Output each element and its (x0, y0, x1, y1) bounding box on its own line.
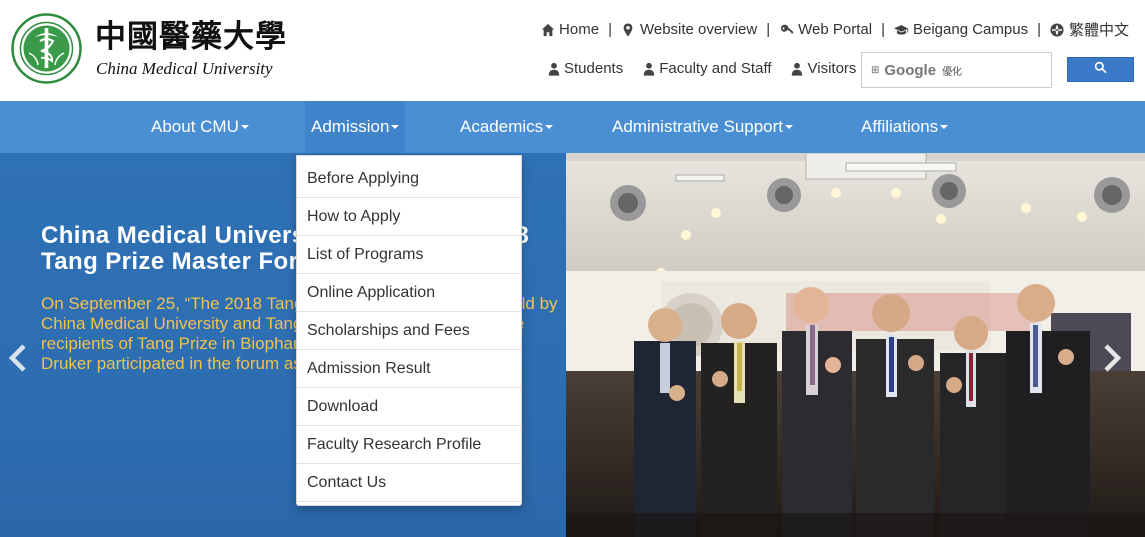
graduation-cap-icon (894, 22, 909, 37)
website-overview-link-label: Website overview (639, 21, 758, 38)
web-portal-link-label: Web Portal (798, 21, 873, 38)
separator: | (1037, 21, 1041, 38)
caret-down-icon (391, 124, 400, 129)
caret-down-icon (940, 124, 949, 129)
key-icon (779, 22, 794, 37)
nav-academics-label: Academics (460, 117, 544, 136)
visitors-link[interactable]: Visitors (790, 60, 857, 77)
menu-item-list-of-programs[interactable]: List of Programs (297, 236, 521, 274)
logo-chinese-name[interactable]: 中國醫藥大學 (95, 20, 287, 54)
faculty-staff-link-label: Faculty and Staff (659, 60, 772, 77)
faculty-staff-link[interactable]: Faculty and Staff (641, 60, 772, 77)
traditional-chinese-link-label: 繁體中文 (1068, 22, 1129, 39)
visitors-link-label: Visitors (807, 60, 857, 77)
students-link-label: Students (564, 60, 624, 77)
globe-icon (1050, 22, 1065, 37)
nav-academics[interactable]: Academics (460, 101, 554, 153)
beigang-campus-link-label: Beigang Campus (913, 21, 1029, 38)
nav-administrative-support-label: Administrative Support (612, 117, 784, 136)
website-overview-link[interactable]: Website overview (621, 21, 757, 38)
nav-affiliations-label: Affiliations (861, 117, 939, 136)
search-button[interactable] (1067, 57, 1134, 82)
menu-item-contact-us[interactable]: Contact Us (297, 464, 521, 502)
web-portal-link[interactable]: Web Portal (779, 21, 872, 38)
carousel-next-button[interactable] (1101, 343, 1123, 373)
slide-photo[interactable] (566, 153, 1145, 537)
top-utility-links: Home | Website overview | Web Portal | B… (540, 19, 1129, 40)
google-grid-icon: ⊞ (871, 64, 880, 76)
hero-carousel: China Medical University hosted the 2018… (0, 153, 1145, 537)
user-icon (641, 61, 656, 76)
menu-item-scholarships-and-fees[interactable]: Scholarships and Fees (297, 312, 521, 350)
chevron-left-icon (8, 344, 26, 372)
beigang-campus-link[interactable]: Beigang Campus (894, 21, 1028, 38)
caret-down-icon (240, 124, 249, 129)
nav-about-cmu-label: About CMU (151, 117, 239, 136)
separator: | (608, 21, 612, 38)
google-label: Google (884, 61, 937, 79)
menu-item-download[interactable]: Download (297, 388, 521, 426)
menu-item-how-to-apply[interactable]: How to Apply (297, 198, 521, 236)
menu-item-online-application[interactable]: Online Application (297, 274, 521, 312)
nav-admission-label: Admission (311, 117, 390, 136)
site-header: 中國醫藥大學 China Medical University Home | W… (0, 0, 1145, 101)
site-search-input[interactable]: ⊞ Google 優化 (861, 52, 1052, 88)
menu-item-admission-result[interactable]: Admission Result (297, 350, 521, 388)
admission-dropdown-menu: Before Applying How to Apply List of Pro… (296, 155, 522, 506)
logo-english-name[interactable]: China Medical University (96, 59, 273, 79)
caret-down-icon (785, 124, 794, 129)
nav-about-cmu[interactable]: About CMU (151, 101, 249, 153)
user-icon (546, 61, 561, 76)
home-link-label: Home (559, 21, 600, 38)
carousel-prev-button[interactable] (7, 343, 29, 373)
main-navigation: About CMU Admission Academics Administra… (0, 101, 1145, 153)
nav-admission[interactable]: Admission (305, 101, 406, 153)
chevron-right-icon (1104, 344, 1122, 372)
separator: | (881, 21, 885, 38)
menu-item-faculty-research-profile[interactable]: Faculty Research Profile (297, 426, 521, 464)
audience-links: Students Faculty and Staff Visitors (546, 60, 874, 77)
nav-affiliations[interactable]: Affiliations (861, 101, 949, 153)
home-icon (540, 22, 555, 37)
menu-item-before-applying[interactable]: Before Applying (297, 160, 521, 198)
nav-administrative-support[interactable]: Administrative Support (612, 101, 794, 153)
caret-down-icon (545, 124, 554, 129)
google-sub-label: 優化 (942, 66, 963, 78)
user-icon (790, 61, 805, 76)
search-icon (1094, 61, 1107, 79)
students-link[interactable]: Students (546, 60, 623, 77)
home-link[interactable]: Home (540, 21, 599, 38)
separator: | (766, 21, 771, 38)
traditional-chinese-link[interactable]: 繁體中文 (1050, 19, 1129, 40)
map-marker-icon (621, 22, 636, 37)
cmu-seal-logo[interactable] (11, 13, 82, 84)
